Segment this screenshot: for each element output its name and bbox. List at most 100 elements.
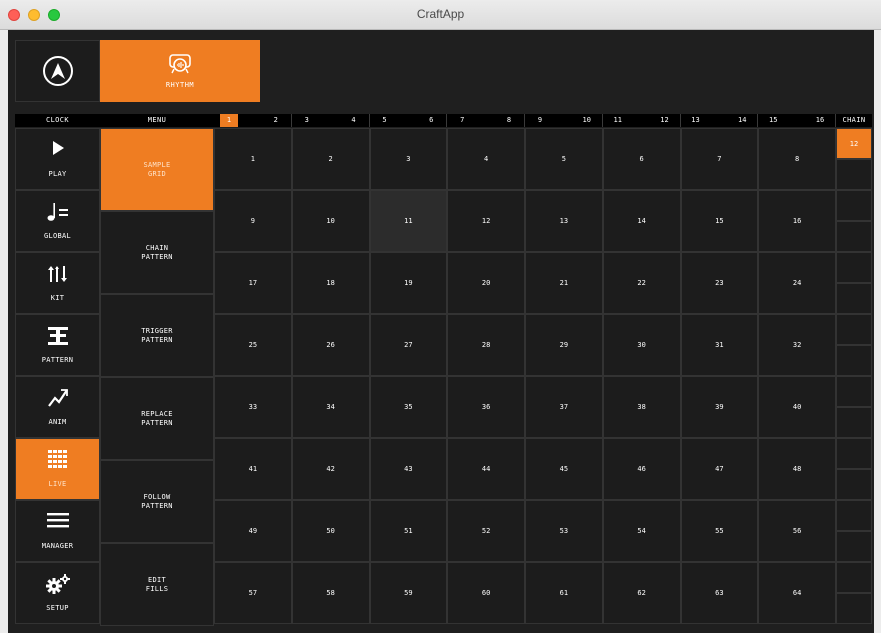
grid-cell[interactable]: 17 bbox=[214, 252, 292, 314]
sequence-step[interactable]: 2 bbox=[267, 114, 285, 127]
nav-setup-button[interactable]: SETUP bbox=[15, 562, 100, 624]
grid-cell[interactable]: 23 bbox=[680, 252, 759, 314]
sequence-step[interactable]: 7 bbox=[453, 114, 471, 127]
grid-cell[interactable]: 11 bbox=[369, 190, 448, 252]
sequence-step[interactable]: 9 bbox=[531, 114, 549, 127]
chain-slot[interactable] bbox=[836, 376, 872, 407]
grid-cell[interactable]: 62 bbox=[602, 562, 681, 624]
grid-cell[interactable]: 22 bbox=[602, 252, 681, 314]
menu-item[interactable]: TRIGGER PATTERN bbox=[100, 294, 214, 377]
chain-slot[interactable] bbox=[836, 531, 872, 562]
grid-cell[interactable]: 7 bbox=[680, 128, 759, 190]
chain-slot[interactable] bbox=[836, 469, 872, 500]
grid-cell[interactable]: 49 bbox=[214, 500, 292, 562]
grid-cell[interactable]: 5 bbox=[525, 128, 603, 190]
sequence-step[interactable]: 11 bbox=[609, 114, 627, 127]
grid-cell[interactable]: 48 bbox=[758, 438, 836, 500]
grid-cell[interactable]: 36 bbox=[447, 376, 525, 438]
chain-slot[interactable] bbox=[836, 283, 872, 314]
grid-cell[interactable]: 4 bbox=[447, 128, 525, 190]
sequence-step[interactable]: 12 bbox=[656, 114, 674, 127]
grid-cell[interactable]: 47 bbox=[680, 438, 759, 500]
grid-cell[interactable]: 39 bbox=[680, 376, 759, 438]
grid-cell[interactable]: 37 bbox=[525, 376, 603, 438]
grid-cell[interactable]: 42 bbox=[291, 438, 370, 500]
grid-cell[interactable]: 52 bbox=[447, 500, 525, 562]
menu-item[interactable]: EDIT FILLS bbox=[100, 543, 214, 626]
chain-slot[interactable] bbox=[836, 252, 872, 283]
grid-cell[interactable]: 59 bbox=[369, 562, 448, 624]
chain-slot[interactable] bbox=[836, 221, 872, 252]
nav-kit-button[interactable]: KIT bbox=[15, 252, 100, 314]
grid-cell[interactable]: 15 bbox=[680, 190, 759, 252]
grid-cell[interactable]: 18 bbox=[291, 252, 370, 314]
grid-cell[interactable]: 12 bbox=[447, 190, 525, 252]
grid-cell[interactable]: 19 bbox=[369, 252, 448, 314]
chain-slot[interactable] bbox=[836, 407, 872, 438]
grid-cell[interactable]: 53 bbox=[525, 500, 603, 562]
chain-slot[interactable] bbox=[836, 562, 872, 593]
grid-cell[interactable]: 51 bbox=[369, 500, 448, 562]
nav-play-button[interactable]: PLAY bbox=[15, 128, 100, 190]
sequence-step[interactable]: 8 bbox=[500, 114, 518, 127]
grid-cell[interactable]: 44 bbox=[447, 438, 525, 500]
grid-cell[interactable]: 41 bbox=[214, 438, 292, 500]
chain-slot[interactable] bbox=[836, 314, 872, 345]
sequence-step[interactable]: 1 bbox=[220, 114, 238, 127]
grid-cell[interactable]: 63 bbox=[680, 562, 759, 624]
grid-cell[interactable]: 60 bbox=[447, 562, 525, 624]
grid-cell[interactable]: 40 bbox=[758, 376, 836, 438]
rhythm-button[interactable]: RHYTHM bbox=[100, 40, 260, 102]
grid-cell[interactable]: 57 bbox=[214, 562, 292, 624]
menu-item[interactable]: REPLACE PATTERN bbox=[100, 377, 214, 460]
grid-cell[interactable]: 31 bbox=[680, 314, 759, 376]
sequence-step[interactable]: 15 bbox=[764, 114, 782, 127]
grid-cell[interactable]: 33 bbox=[214, 376, 292, 438]
sequence-step[interactable]: 5 bbox=[376, 114, 394, 127]
sequence-step[interactable]: 16 bbox=[811, 114, 829, 127]
grid-cell[interactable]: 28 bbox=[447, 314, 525, 376]
menu-item[interactable]: FOLLOW PATTERN bbox=[100, 460, 214, 543]
nav-manager-button[interactable]: MANAGER bbox=[15, 500, 100, 562]
sequence-step[interactable]: 14 bbox=[733, 114, 751, 127]
grid-cell[interactable]: 27 bbox=[369, 314, 448, 376]
nav-live-button[interactable]: LIVE bbox=[15, 438, 100, 500]
grid-cell[interactable]: 35 bbox=[369, 376, 448, 438]
nav-global-button[interactable]: GLOBAL bbox=[15, 190, 100, 252]
grid-cell[interactable]: 25 bbox=[214, 314, 292, 376]
grid-cell[interactable]: 45 bbox=[525, 438, 603, 500]
grid-cell[interactable]: 10 bbox=[291, 190, 370, 252]
navigation-button[interactable] bbox=[15, 40, 100, 102]
grid-cell[interactable]: 13 bbox=[525, 190, 603, 252]
grid-cell[interactable]: 34 bbox=[291, 376, 370, 438]
menu-item[interactable]: SAMPLE GRID bbox=[100, 128, 214, 211]
chain-slot[interactable] bbox=[836, 345, 872, 376]
grid-cell[interactable]: 14 bbox=[602, 190, 681, 252]
chain-slot[interactable] bbox=[836, 500, 872, 531]
chain-slot[interactable]: 12 bbox=[836, 128, 872, 159]
sequence-step[interactable]: 3 bbox=[298, 114, 316, 127]
grid-cell[interactable]: 30 bbox=[602, 314, 681, 376]
grid-cell[interactable]: 21 bbox=[525, 252, 603, 314]
sequence-step[interactable]: 13 bbox=[687, 114, 705, 127]
grid-cell[interactable]: 38 bbox=[602, 376, 681, 438]
sequence-step[interactable]: 10 bbox=[578, 114, 596, 127]
grid-cell[interactable]: 3 bbox=[369, 128, 448, 190]
grid-cell[interactable]: 54 bbox=[602, 500, 681, 562]
chain-slot[interactable] bbox=[836, 593, 872, 624]
grid-cell[interactable]: 50 bbox=[291, 500, 370, 562]
grid-cell[interactable]: 16 bbox=[758, 190, 836, 252]
grid-cell[interactable]: 1 bbox=[214, 128, 292, 190]
grid-cell[interactable]: 56 bbox=[758, 500, 836, 562]
grid-cell[interactable]: 26 bbox=[291, 314, 370, 376]
grid-cell[interactable]: 55 bbox=[680, 500, 759, 562]
nav-anim-button[interactable]: ANIM bbox=[15, 376, 100, 438]
grid-cell[interactable]: 9 bbox=[214, 190, 292, 252]
grid-cell[interactable]: 58 bbox=[291, 562, 370, 624]
grid-cell[interactable]: 46 bbox=[602, 438, 681, 500]
grid-cell[interactable]: 29 bbox=[525, 314, 603, 376]
grid-cell[interactable]: 64 bbox=[758, 562, 836, 624]
chain-slot[interactable] bbox=[836, 190, 872, 221]
grid-cell[interactable]: 6 bbox=[602, 128, 681, 190]
sequence-step[interactable]: 4 bbox=[345, 114, 363, 127]
